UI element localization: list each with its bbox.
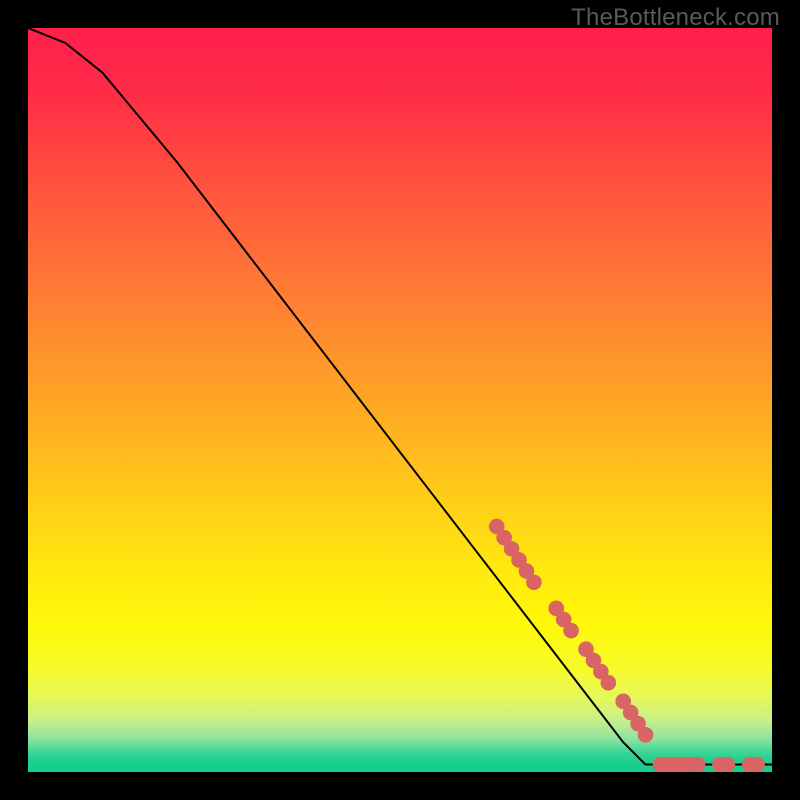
highlight-dots-group — [489, 519, 765, 772]
highlight-dot — [563, 623, 579, 639]
highlight-dot — [526, 574, 542, 590]
highlight-dot — [638, 727, 654, 743]
plot-area — [28, 28, 772, 772]
highlight-dot — [690, 757, 706, 772]
highlight-dot — [749, 757, 765, 772]
highlight-dot — [601, 675, 617, 691]
watermark-text: TheBottleneck.com — [571, 4, 780, 32]
highlight-dot — [720, 757, 736, 772]
chart-frame: TheBottleneck.com — [0, 0, 800, 800]
curve-line — [28, 28, 772, 765]
plot-overlay-svg — [28, 28, 772, 772]
